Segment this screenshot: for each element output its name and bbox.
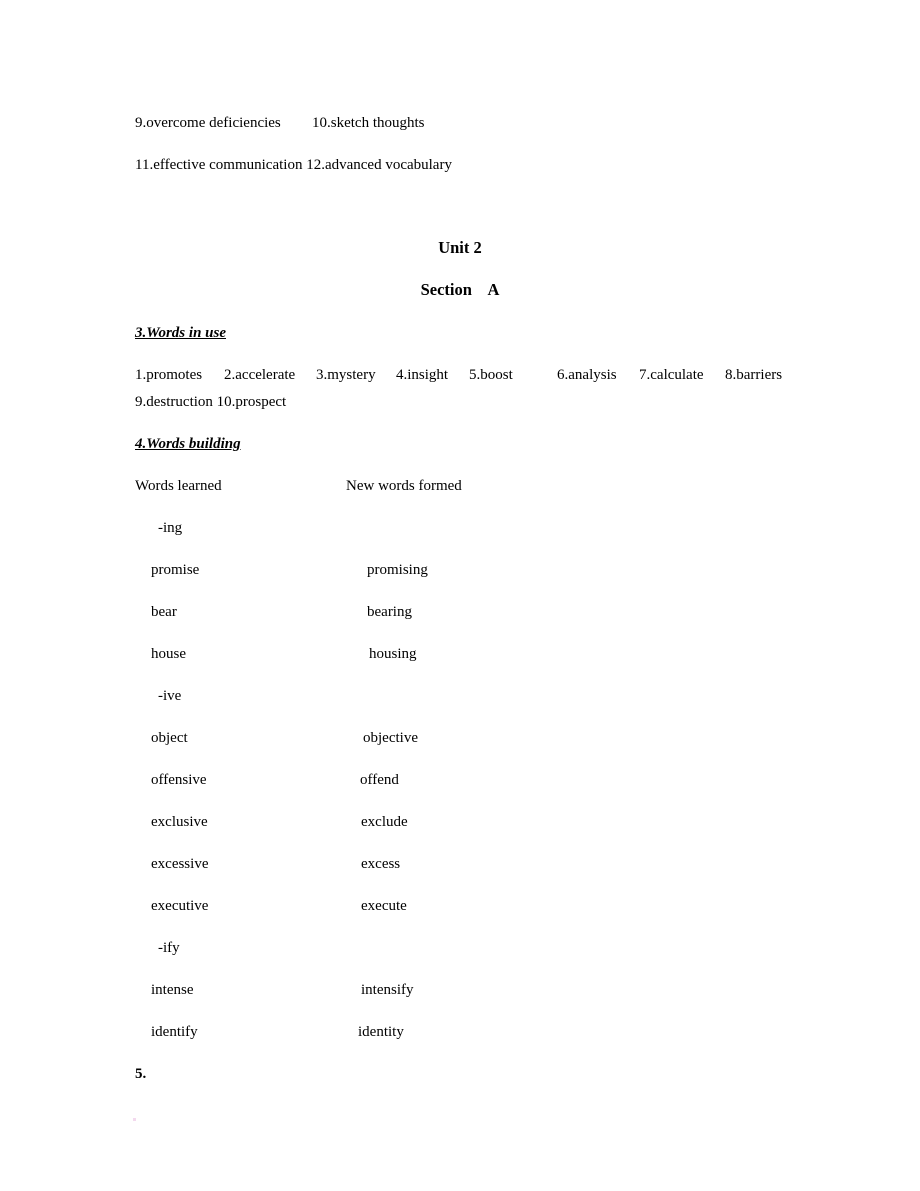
unit-title: Unit 2 [438,238,482,257]
words-building-heading: 4.Words building [135,436,241,452]
word-learned: intense [151,982,194,998]
word-formed: excess [361,856,401,872]
words-in-use-answer: 5.boost [469,367,513,383]
word-learned: object [151,730,188,746]
word-learned: promise [151,562,200,578]
words-in-use-answer: 7.calculate [639,367,704,383]
suffix-label: -ify [158,940,180,956]
words-in-use-answer: 6.analysis [557,367,617,383]
word-formed: offend [360,772,399,788]
words-in-use-answer: 8.barriers [725,367,783,383]
word-formed: housing [369,646,417,662]
word-formed: exclude [361,814,408,830]
answer-9: 9.overcome deficiencies [135,115,281,131]
words-in-use-answer: 3.mystery [316,367,376,383]
word-formed: identity [358,1024,404,1040]
word-learned: house [151,646,186,662]
suffix-label: -ing [158,520,183,536]
word-learned: exclusive [151,814,208,830]
words-in-use-answers-line2: 9.destruction 10.prospect [135,394,287,410]
answer-10: 10.sketch thoughts [312,115,425,131]
answers-11-12: 11.effective communication 12.advanced v… [135,157,452,173]
column-header-words-learned: Words learned [135,478,222,494]
words-in-use-answer: 2.accelerate [224,367,296,383]
word-learned: bear [151,604,177,620]
words-in-use-heading: 3.Words in use [135,325,226,341]
word-formed: promising [367,562,428,578]
word-learned: excessive [151,856,209,872]
words-in-use-answer: 4.insight [396,367,449,383]
suffix-label: -ive [158,688,182,704]
word-learned: identify [151,1024,198,1040]
word-formed: objective [363,730,418,746]
word-learned: offensive [151,772,207,788]
column-header-new-words-formed: New words formed [346,478,462,494]
word-formed: intensify [361,982,414,998]
next-item-number: 5. [135,1066,147,1082]
word-formed: execute [361,898,407,914]
scan-artifact [133,1118,136,1121]
words-in-use-answer: 1.promotes [135,367,203,383]
section-title: Section A [420,280,500,299]
word-learned: executive [151,898,209,914]
word-formed: bearing [367,604,412,620]
